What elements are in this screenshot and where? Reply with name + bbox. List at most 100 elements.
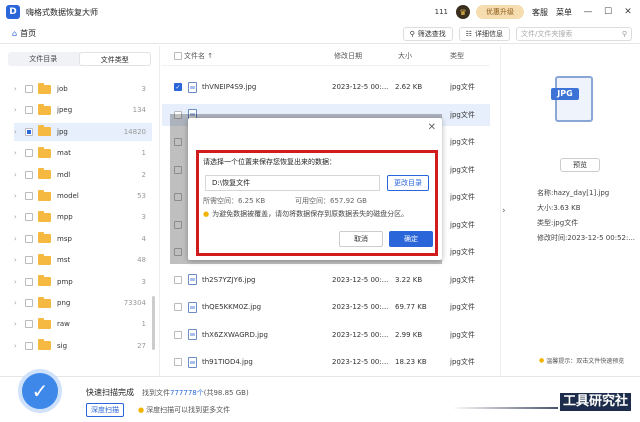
- upgrade-button[interactable]: 优惠升级: [476, 5, 524, 19]
- sidebar-item-model[interactable]: › model 53: [14, 187, 152, 205]
- sidebar-item-mdl[interactable]: › mdl 2: [14, 166, 152, 184]
- preview-button[interactable]: 预览: [560, 158, 600, 172]
- type-checkbox[interactable]: [25, 213, 33, 222]
- tab-file-directory[interactable]: 文件目录: [8, 52, 79, 66]
- file-checkbox[interactable]: [174, 330, 182, 339]
- filter-button[interactable]: ⚲ 筛选查找: [402, 27, 453, 41]
- sidebar-item-sig[interactable]: › sig 27: [14, 337, 152, 355]
- file-date: 2023-12-5 00:...: [332, 358, 389, 366]
- file-name: th2S7YZJY6.jpg: [202, 275, 256, 284]
- sidebar-item-png[interactable]: › png 73304: [14, 294, 152, 312]
- image-file-icon: [188, 329, 197, 340]
- file-checkbox[interactable]: [174, 303, 182, 311]
- chevron-right-icon[interactable]: ›: [14, 192, 22, 200]
- sidebar-item-pmp[interactable]: › pmp 3: [14, 273, 152, 291]
- required-space: 所需空间：6.25 KB: [203, 197, 266, 205]
- sidebar-item-msp[interactable]: › msp 4: [14, 230, 152, 248]
- home-button[interactable]: ⌂ 首页: [12, 28, 36, 39]
- chevron-right-icon[interactable]: ›: [14, 213, 22, 221]
- image-file-icon: [188, 301, 197, 313]
- header-type[interactable]: 类型: [450, 51, 464, 61]
- file-name: th91TIOD4.jpg: [202, 358, 253, 366]
- header-name[interactable]: 文件名 ↑: [184, 51, 213, 61]
- maximize-button[interactable]: ☐: [600, 7, 616, 17]
- sidebar-item-jpeg[interactable]: › jpeg 134: [14, 101, 152, 119]
- type-checkbox[interactable]: [25, 320, 33, 329]
- file-row[interactable]: thQE5KKM0Z.jpg 2023-12-5 00:... 69.77 KB jp…: [162, 296, 490, 318]
- type-checkbox[interactable]: [25, 85, 33, 93]
- file-type: jpg文件: [450, 358, 475, 366]
- chevron-right-icon[interactable]: ›: [14, 278, 22, 286]
- chevron-right-icon[interactable]: ›: [14, 320, 22, 328]
- sidebar-item-label: png: [57, 299, 71, 307]
- chevron-right-icon[interactable]: ›: [14, 299, 22, 307]
- confirm-button[interactable]: 确定: [389, 231, 433, 247]
- sidebar-item-job[interactable]: › job 3: [14, 80, 152, 98]
- file-row[interactable]: ✓ thVNEIP4S9.jpg 2023-12-5 00:... 2.62 KB jp…: [162, 76, 490, 98]
- file-row[interactable]: th91TIOD4.jpg 2023-12-5 00:... 18.23 KB jpg…: [162, 351, 490, 373]
- menu-link[interactable]: 菜单: [556, 7, 572, 18]
- file-type: jpg文件: [450, 138, 475, 146]
- type-checkbox[interactable]: [25, 106, 33, 115]
- sidebar-item-mat[interactable]: › mat 1: [14, 144, 152, 162]
- type-checkbox[interactable]: [25, 341, 33, 350]
- sidebar-item-jpg[interactable]: › jpg 14820: [14, 122, 152, 141]
- filter-icon: ⚲: [409, 30, 415, 38]
- file-type: jpg文件: [450, 303, 475, 311]
- vip-badge-icon[interactable]: ♛: [456, 5, 470, 19]
- deep-scan-button[interactable]: 深度扫描: [86, 403, 124, 417]
- header-date[interactable]: 修改日期: [334, 51, 362, 61]
- chevron-right-icon[interactable]: ›: [14, 85, 22, 93]
- sidebar-item-mpp[interactable]: › mpp 3: [14, 208, 152, 226]
- type-checkbox[interactable]: [25, 170, 33, 179]
- close-icon[interactable]: ✕: [428, 122, 436, 133]
- change-directory-button[interactable]: 更改目录: [387, 175, 429, 191]
- type-checkbox[interactable]: [25, 277, 33, 286]
- minimize-button[interactable]: —: [580, 7, 596, 17]
- chevron-right-icon[interactable]: ›: [14, 235, 22, 243]
- preview-panel: JPG 预览 名称:hazy_day[1].jpg 大小:3.63 KB 类型:…: [515, 46, 640, 376]
- type-checkbox[interactable]: [25, 192, 33, 200]
- jpg-badge: JPG: [551, 88, 579, 100]
- filter-label: 筛选查找: [417, 30, 446, 38]
- file-type: jpg文件: [450, 193, 475, 201]
- scan-complete-label: 快速扫描完成: [86, 388, 134, 397]
- type-checkbox[interactable]: [25, 234, 33, 243]
- file-date: 2023-12-5 00:...: [332, 275, 389, 284]
- details-button[interactable]: ☷ 详细信息: [458, 27, 510, 41]
- header-size[interactable]: 大小: [398, 51, 412, 61]
- select-all-checkbox[interactable]: [174, 52, 182, 60]
- file-checkbox[interactable]: ✓: [174, 83, 182, 91]
- chevron-right-icon[interactable]: ›: [14, 342, 22, 350]
- cancel-button[interactable]: 取消: [339, 231, 383, 247]
- chevron-right-icon[interactable]: ›: [14, 106, 22, 114]
- file-checkbox[interactable]: [174, 275, 182, 284]
- save-path-input[interactable]: D:\恢复文件: [205, 175, 380, 191]
- folder-icon: [38, 253, 51, 265]
- file-checkbox[interactable]: [174, 358, 182, 366]
- sidebar-scrollbar[interactable]: [152, 296, 155, 350]
- close-window-button[interactable]: ✕: [620, 7, 636, 17]
- chevron-right-icon[interactable]: ›: [14, 149, 22, 157]
- chevron-right-icon[interactable]: ›: [14, 128, 22, 136]
- file-row[interactable]: thX6ZXWAGRD.jpg 2023-12-5 00:... 2.99 KB jp…: [162, 324, 490, 346]
- preview-type: 类型:jpg文件: [537, 219, 579, 227]
- sidebar-item-mst[interactable]: › mst 48: [14, 251, 152, 269]
- sidebar-item-raw[interactable]: › raw 1: [14, 315, 152, 333]
- file-row[interactable]: th2S7YZJY6.jpg 2023-12-5 00:... 3.22 KB jpg…: [162, 269, 490, 291]
- image-file-icon: [188, 81, 197, 93]
- title-bar: D 嗨格式数据恢复大师 111 ♛ 优惠升级 客服 菜单 — ☐ ✕: [0, 0, 640, 24]
- type-checkbox[interactable]: [25, 149, 33, 158]
- home-label: 首页: [20, 29, 37, 38]
- type-checkbox[interactable]: [25, 256, 33, 265]
- chevron-right-icon[interactable]: ›: [14, 256, 22, 264]
- chevron-right-icon[interactable]: ›: [14, 171, 22, 179]
- chevron-right-icon[interactable]: ›: [502, 206, 506, 216]
- file-name: thX6ZXWAGRD.jpg: [202, 330, 268, 339]
- type-checkbox[interactable]: [25, 299, 33, 307]
- sidebar-item-count: 3: [141, 277, 146, 286]
- type-checkbox[interactable]: [25, 127, 33, 136]
- search-input[interactable]: 文件/文件夹搜索 ⚲: [516, 27, 632, 41]
- tab-file-type[interactable]: 文件类型: [78, 52, 151, 66]
- service-link[interactable]: 客服: [532, 7, 548, 18]
